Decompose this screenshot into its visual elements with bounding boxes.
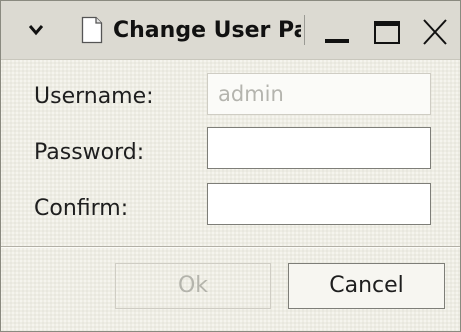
close-icon[interactable] (419, 17, 451, 47)
change-password-dialog: Change User Password Username: Password:… (0, 0, 461, 332)
window-title: Change User Password (113, 18, 301, 43)
password-field[interactable] (207, 127, 431, 169)
document-icon (81, 16, 103, 44)
username-field (207, 73, 431, 115)
maximize-icon[interactable] (371, 17, 403, 47)
title-divider (304, 15, 305, 45)
cancel-button[interactable]: Cancel (288, 263, 445, 309)
password-label: Password: (34, 140, 145, 165)
title-bar: Change User Password (1, 1, 460, 60)
confirm-password-field[interactable] (207, 183, 431, 225)
button-separator (1, 246, 460, 248)
confirm-label: Confirm: (34, 196, 129, 221)
minimize-icon[interactable] (321, 17, 353, 47)
ok-button: Ok (115, 263, 271, 309)
chevron-down-icon[interactable] (29, 23, 43, 37)
username-label: Username: (34, 84, 154, 109)
